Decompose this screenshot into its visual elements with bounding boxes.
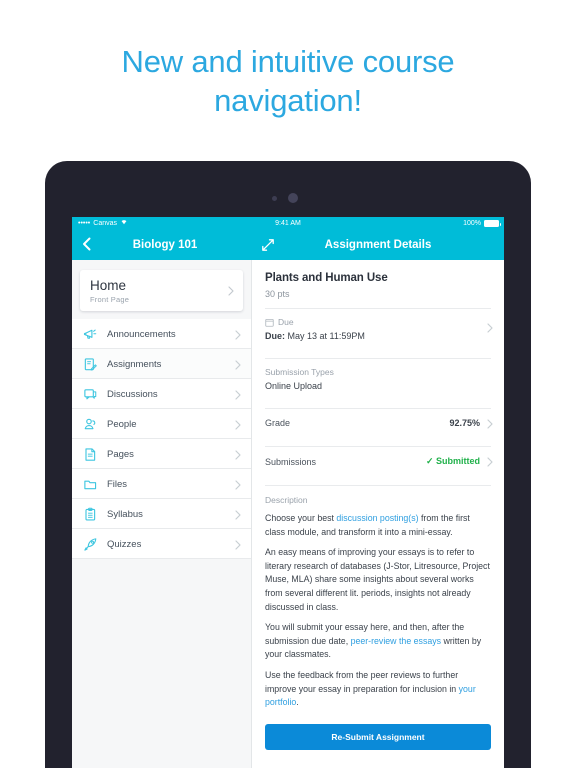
sidebar-item-label: Files xyxy=(107,478,128,490)
chevron-right-icon xyxy=(235,390,241,400)
description-label: Description xyxy=(265,495,308,505)
sidebar-item-label: Assignments xyxy=(107,358,162,370)
description-paragraph: An easy means of improving your essays i… xyxy=(265,546,491,614)
description-paragraph: Choose your best discussion posting(s) f… xyxy=(265,512,491,539)
detail-nav-header: Assignment Details xyxy=(252,230,504,260)
sidebar-item-label: Discussions xyxy=(107,388,158,400)
device-screen: ••••• Canvas 9:41 AM 100% Biology 101 As… xyxy=(72,217,504,768)
chevron-right-icon xyxy=(235,330,241,340)
folder-icon xyxy=(83,477,98,492)
assignment-detail-pane: Plants and Human Use 30 pts Due Due: May… xyxy=(252,260,504,768)
chevron-right-icon xyxy=(487,323,493,333)
chevron-right-icon xyxy=(235,450,241,460)
headline-line-1: New and intuitive course xyxy=(121,44,455,79)
screen-body: Home Front Page Announcements Assignment… xyxy=(72,260,504,768)
page-icon xyxy=(83,447,98,462)
clipboard-icon xyxy=(83,507,98,522)
battery-full-icon xyxy=(484,220,501,227)
rocket-icon xyxy=(83,537,98,552)
status-bar-right: 100% xyxy=(463,217,501,230)
sidebar-item-syllabus[interactable]: Syllabus xyxy=(72,499,251,529)
text-segment: An easy means of improving your essays i… xyxy=(265,547,490,612)
chevron-right-icon xyxy=(487,419,493,429)
submission-types-row: Submission Types Online Upload xyxy=(265,359,491,399)
course-sidebar: Home Front Page Announcements Assignment… xyxy=(72,260,252,768)
description-paragraph: Use the feedback from the peer reviews t… xyxy=(265,669,491,710)
people-icon xyxy=(83,417,98,432)
status-bar: ••••• Canvas 9:41 AM 100% xyxy=(72,217,504,230)
due-row[interactable]: Due Due: May 13 at 11:59PM xyxy=(265,309,493,349)
sidebar-item-label: Quizzes xyxy=(107,538,142,550)
home-card-title: Home xyxy=(90,278,127,293)
due-value-prefix: Due: xyxy=(265,331,285,341)
sidebar-item-people[interactable]: People xyxy=(72,409,251,439)
front-camera-icon xyxy=(288,193,298,203)
sidebar-item-label: Pages xyxy=(107,448,134,460)
assignment-title: Plants and Human Use xyxy=(265,272,388,284)
submissions-label: Submissions xyxy=(265,456,317,467)
grade-label: Grade xyxy=(265,418,291,428)
sidebar-item-assignments[interactable]: Assignments xyxy=(72,349,251,379)
back-chevron-icon[interactable] xyxy=(82,237,92,251)
page-headline: New and intuitive course navigation! xyxy=(0,42,576,120)
chevron-right-icon xyxy=(487,457,493,467)
submission-types-label: Submission Types xyxy=(265,367,334,377)
chevron-right-icon xyxy=(235,510,241,520)
text-segment: Use the feedback from the peer reviews t… xyxy=(265,669,459,694)
navigation-bar: Biology 101 Assignment Details xyxy=(72,230,504,260)
sidebar-item-pages[interactable]: Pages xyxy=(72,439,251,469)
description-paragraph: You will submit your essay here, and the… xyxy=(265,621,491,662)
ambient-sensor-icon xyxy=(272,196,277,201)
megaphone-icon xyxy=(83,327,98,342)
chevron-right-icon xyxy=(228,286,234,296)
submissions-row[interactable]: Submissions ✓ Submitted xyxy=(265,447,493,476)
assignment-points: 30 pts xyxy=(265,289,290,299)
sidebar-item-home[interactable]: Home Front Page xyxy=(80,270,243,311)
sidebar-item-discussions[interactable]: Discussions xyxy=(72,379,251,409)
home-card-subtitle: Front Page xyxy=(90,295,130,304)
submission-types-value: Online Upload xyxy=(265,381,323,391)
course-title: Biology 101 xyxy=(132,239,198,251)
chevron-right-icon xyxy=(235,540,241,550)
sidebar-item-announcements[interactable]: Announcements xyxy=(72,319,251,349)
course-nav-header: Biology 101 xyxy=(72,230,252,260)
headline-line-2: navigation! xyxy=(214,83,362,118)
due-value-date: May 13 at 11:59PM xyxy=(287,331,365,341)
peer-review-link[interactable]: peer-review the essays xyxy=(351,636,441,646)
battery-percent-label: 100% xyxy=(463,220,481,227)
calendar-icon xyxy=(265,318,274,327)
sidebar-nav-list: Announcements Assignments Discussions Pe… xyxy=(72,319,251,559)
text-segment: . xyxy=(296,697,299,708)
document-pencil-icon xyxy=(83,357,98,372)
sidebar-item-label: Announcements xyxy=(107,328,176,340)
chevron-right-icon xyxy=(235,420,241,430)
sidebar-item-quizzes[interactable]: Quizzes xyxy=(72,529,251,559)
text-segment: Choose your best xyxy=(265,513,337,523)
assignment-details-title: Assignment Details xyxy=(324,239,432,251)
status-badge: ✓ Submitted xyxy=(425,456,480,466)
grade-value: 92.75% xyxy=(449,418,480,428)
status-bar-clock: 9:41 AM xyxy=(275,220,301,227)
due-label-group: Due xyxy=(265,317,491,327)
due-label: Due xyxy=(278,317,294,327)
due-value: Due: May 13 at 11:59PM xyxy=(265,331,491,341)
sidebar-item-label: People xyxy=(107,418,137,430)
sidebar-item-files[interactable]: Files xyxy=(72,469,251,499)
resubmit-assignment-button[interactable]: Re-Submit Assignment xyxy=(265,723,491,750)
speech-bubbles-icon xyxy=(83,387,98,402)
sidebar-item-label: Syllabus xyxy=(107,508,143,520)
expand-diagonal-icon[interactable] xyxy=(261,238,275,252)
discussion-postings-link[interactable]: discussion posting(s) xyxy=(336,513,418,523)
chevron-right-icon xyxy=(235,360,241,370)
chevron-right-icon xyxy=(235,480,241,490)
grade-row[interactable]: Grade 92.75% xyxy=(265,409,493,437)
